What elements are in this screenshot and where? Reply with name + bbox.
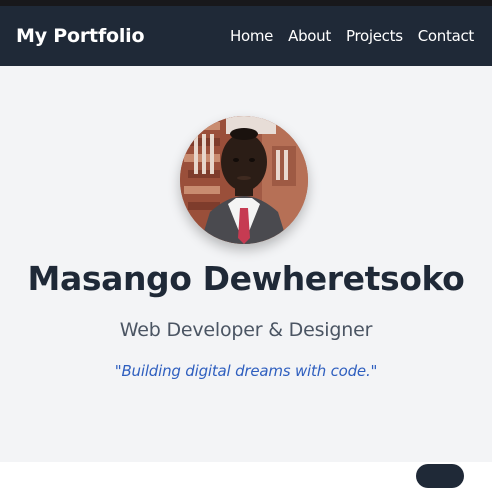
profile-role: Web Developer & Designer [119,319,373,341]
navbar: My Portfolio Home About Projects Contact [0,6,492,66]
profile-name: Masango Dewheretsoko [27,259,465,298]
nav-link-contact[interactable]: Contact [418,27,475,45]
hero-section: Masango Dewheretsoko Web Developer & Des… [0,66,492,462]
profile-tagline: "Building digital dreams with code." [114,362,378,380]
brand-logo[interactable]: My Portfolio [16,25,145,47]
nav-link-projects[interactable]: Projects [346,27,403,45]
profile-photo [180,116,308,244]
nav-links: Home About Projects Contact [230,27,474,45]
floating-action-button[interactable] [416,464,464,488]
nav-link-about[interactable]: About [288,27,331,45]
profile-avatar [180,116,308,244]
nav-link-home[interactable]: Home [230,27,273,45]
